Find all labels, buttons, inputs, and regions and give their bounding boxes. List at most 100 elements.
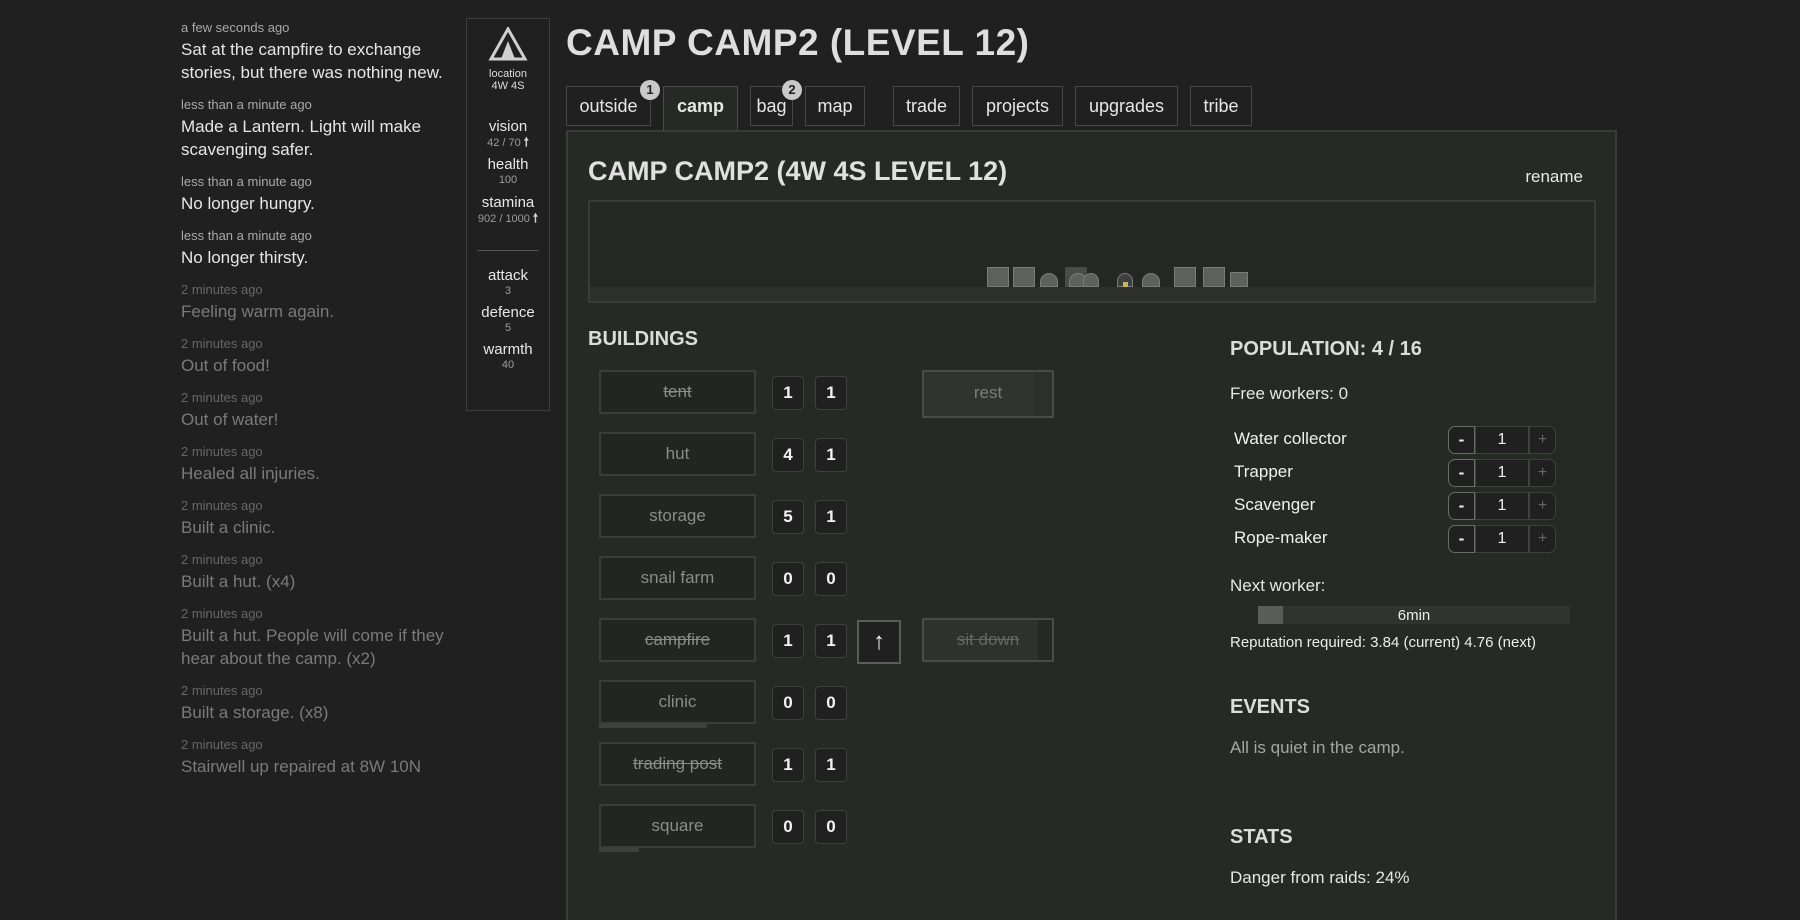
building-name: campfire bbox=[644, 630, 711, 649]
tab-trade[interactable]: trade bbox=[893, 86, 960, 126]
health-value: 100 bbox=[498, 174, 518, 186]
vision-value: 42 / 70 bbox=[487, 137, 521, 149]
tab-label: outside bbox=[579, 96, 638, 116]
sit-down-label: sit down bbox=[956, 630, 1020, 649]
building-count: 0 bbox=[772, 810, 804, 844]
log-message: Built a storage. (x8) bbox=[181, 703, 329, 722]
build-tent-button[interactable]: tent bbox=[599, 370, 756, 414]
message-log: a few seconds ago Sat at the campfire to … bbox=[181, 20, 451, 791]
increase-worker-button[interactable]: + bbox=[1529, 426, 1556, 454]
log-time: 2 minutes ago bbox=[181, 444, 263, 459]
worker-count: 1 bbox=[1475, 459, 1529, 487]
build-hut-button[interactable]: hut bbox=[599, 432, 756, 476]
log-entry: 2 minutes ago Built a clinic. bbox=[181, 498, 451, 539]
arrow-up-icon: 🠕 bbox=[532, 211, 539, 225]
building-active-count: 0 bbox=[815, 810, 847, 844]
building-sprite bbox=[1230, 272, 1248, 287]
next-worker-time: 6min bbox=[1397, 607, 1431, 624]
tab-projects[interactable]: projects bbox=[972, 86, 1063, 126]
tab-outside[interactable]: outside 1 bbox=[566, 80, 660, 126]
location-label: location bbox=[489, 68, 527, 80]
log-time: 2 minutes ago bbox=[181, 390, 263, 405]
tab-label: camp bbox=[676, 96, 725, 116]
worker-name: Rope-maker bbox=[1234, 528, 1328, 547]
vision-label: vision bbox=[488, 118, 528, 135]
worker-count: 1 bbox=[1475, 426, 1529, 454]
stamina-value: 902 / 1000 bbox=[477, 213, 530, 225]
increase-worker-button[interactable]: + bbox=[1529, 492, 1556, 520]
log-message: Healed all injuries. bbox=[181, 464, 320, 483]
building-sprite bbox=[1083, 273, 1099, 287]
tab-upgrades[interactable]: upgrades bbox=[1075, 86, 1178, 126]
log-entry: less than a minute ago No longer thirsty. bbox=[181, 228, 451, 269]
building-count: 0 bbox=[772, 562, 804, 596]
tab-label: bag bbox=[756, 96, 787, 116]
log-time: 2 minutes ago bbox=[181, 336, 263, 351]
increase-worker-button[interactable]: + bbox=[1529, 525, 1556, 553]
worker-stepper: - 1 + bbox=[1448, 459, 1556, 487]
build-snail-farm-button[interactable]: snail farm bbox=[599, 556, 756, 600]
rest-button[interactable]: rest bbox=[922, 370, 1054, 418]
tent-icon bbox=[467, 25, 549, 66]
log-message: No longer thirsty. bbox=[181, 248, 309, 267]
worker-stepper: - 1 + bbox=[1448, 426, 1556, 454]
decrease-worker-button[interactable]: - bbox=[1448, 525, 1475, 553]
tab-bag[interactable]: bag 2 bbox=[750, 80, 802, 126]
building-sprite bbox=[1142, 273, 1160, 287]
events-text: All is quiet in the camp. bbox=[1230, 738, 1405, 757]
log-message: Stairwell up repaired at 8W 10N bbox=[181, 757, 422, 776]
tab-tribe[interactable]: tribe bbox=[1190, 86, 1252, 126]
building-active-count: 0 bbox=[815, 686, 847, 720]
log-entry: 2 minutes ago Built a hut. (x4) bbox=[181, 552, 451, 593]
worker-row: Scavenger - 1 + bbox=[1234, 492, 1556, 520]
build-storage-button[interactable]: storage bbox=[599, 494, 756, 538]
worker-stepper: - 1 + bbox=[1448, 525, 1556, 553]
upgrade-arrow-button[interactable]: ↑ bbox=[857, 620, 901, 664]
decrease-worker-button[interactable]: - bbox=[1448, 426, 1475, 454]
attack-label: attack bbox=[487, 267, 529, 284]
increase-worker-button[interactable]: + bbox=[1529, 459, 1556, 487]
log-entry: 2 minutes ago Out of food! bbox=[181, 336, 451, 377]
danger-text: Danger from raids: 24% bbox=[1230, 868, 1410, 887]
decrease-worker-button[interactable]: - bbox=[1448, 459, 1475, 487]
build-campfire-button[interactable]: campfire bbox=[599, 618, 756, 662]
health-label: health bbox=[487, 156, 529, 173]
building-count: 1 bbox=[772, 376, 804, 410]
decrease-worker-button[interactable]: - bbox=[1448, 492, 1475, 520]
log-entry: 2 minutes ago Built a storage. (x8) bbox=[181, 683, 451, 724]
building-sprite bbox=[1013, 267, 1035, 287]
log-message: Built a hut. (x4) bbox=[181, 572, 296, 591]
tab-camp[interactable]: camp bbox=[663, 86, 738, 132]
tab-label: upgrades bbox=[1088, 96, 1165, 116]
worker-name: Scavenger bbox=[1234, 495, 1316, 514]
log-time: 2 minutes ago bbox=[181, 282, 263, 297]
notification-badge: 1 bbox=[640, 80, 660, 100]
building-sprite bbox=[1040, 273, 1058, 287]
log-time: 2 minutes ago bbox=[181, 683, 263, 698]
log-entry: a few seconds ago Sat at the campfire to … bbox=[181, 20, 451, 84]
scene-ground bbox=[590, 287, 1594, 301]
build-square-button[interactable]: square bbox=[599, 804, 756, 848]
rest-label: rest bbox=[973, 383, 1003, 402]
build-trading-post-button[interactable]: trading post bbox=[599, 742, 756, 786]
building-active-count: 1 bbox=[815, 500, 847, 534]
worker-count: 1 bbox=[1475, 492, 1529, 520]
attack-value: 3 bbox=[504, 285, 512, 297]
building-count: 1 bbox=[772, 624, 804, 658]
sit-down-button[interactable]: sit down bbox=[922, 618, 1054, 662]
building-active-count: 1 bbox=[815, 438, 847, 472]
log-time: less than a minute ago bbox=[181, 174, 312, 189]
log-time: 2 minutes ago bbox=[181, 498, 263, 513]
building-name: snail farm bbox=[640, 568, 715, 587]
tab-map[interactable]: map bbox=[805, 86, 865, 126]
worker-stepper: - 1 + bbox=[1448, 492, 1556, 520]
reputation-text: Reputation required: 3.84 (current) 4.76… bbox=[1230, 634, 1536, 651]
worker-row: Water collector - 1 + bbox=[1234, 426, 1556, 454]
build-clinic-button[interactable]: clinic bbox=[599, 680, 756, 724]
location-value: 4W 4S bbox=[491, 80, 525, 92]
log-entry: 2 minutes ago Out of water! bbox=[181, 390, 451, 431]
next-worker-label: Next worker: bbox=[1230, 576, 1326, 595]
rename-button[interactable]: rename bbox=[1525, 167, 1583, 187]
tab-label: projects bbox=[985, 96, 1050, 116]
building-name: trading post bbox=[633, 754, 722, 773]
